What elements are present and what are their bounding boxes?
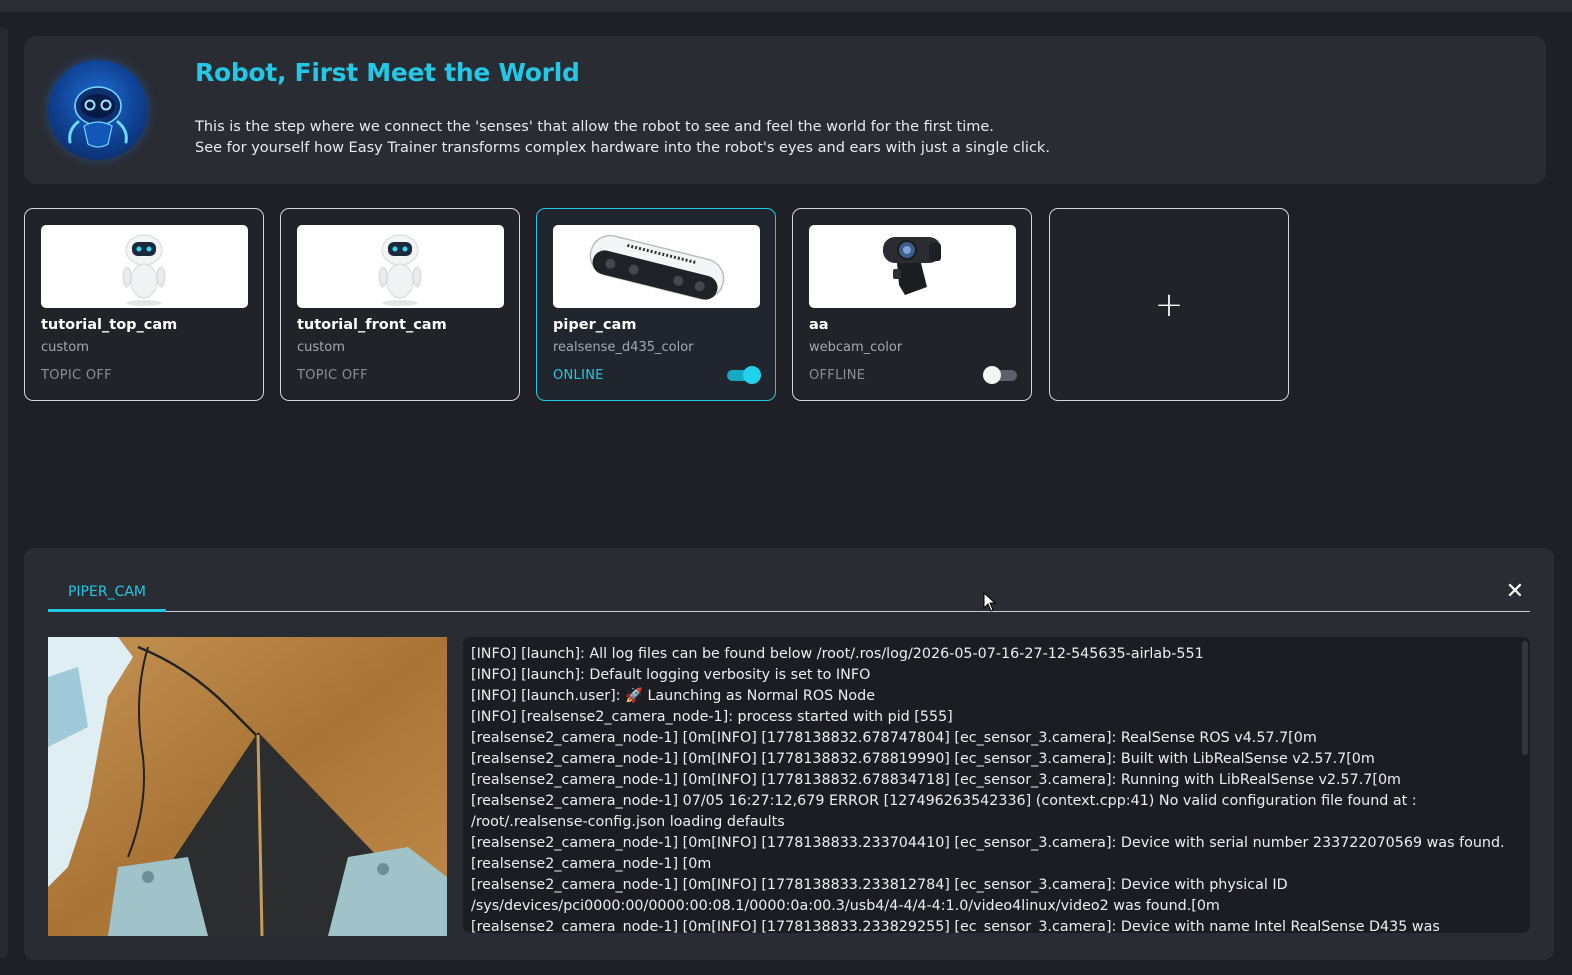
camera-type: realsense_d435_color [553,340,694,355]
camera-card[interactable]: aa webcam_color OFFLINE [792,208,1032,401]
mouse-cursor-icon [983,592,997,612]
camera-toggle[interactable] [727,366,761,384]
camera-name: tutorial_front_cam [297,317,447,333]
camera-thumbnail [297,225,504,308]
camera-status: ONLINE [553,368,604,383]
log-line: [realsense2_camera_node-1] [0m[INFO] [1… [471,770,1516,791]
camera-name: aa [809,317,829,333]
camera-card[interactable]: tutorial_front_cam custom TOPIC OFF [280,208,520,401]
camera-detail-panel: PIPER_CAM ✕ [INFO] [launch]: All log fil… [24,548,1554,960]
plus-icon: + [1050,209,1288,400]
log-line: [realsense2_camera_node-1] [0m[INFO] [1… [471,833,1516,854]
close-icon[interactable]: ✕ [1504,581,1526,603]
camera-toggle[interactable] [983,366,1017,384]
log-line: [realsense2_camera_node-1] 07/05 16:27:1… [471,791,1516,833]
top-bar [0,0,1572,12]
camera-name: piper_cam [553,317,636,333]
tab-bar: PIPER_CAM ✕ [48,577,1530,612]
log-lines: [INFO] [launch]: All log files can be fo… [471,644,1516,933]
realsense-camera-icon [553,225,760,308]
log-line: [INFO] [launch]: Default logging verbosi… [471,665,1516,686]
log-line: [realsense2_camera_node-1] [0m[INFO] [1… [471,728,1516,749]
camera-name: tutorial_top_cam [41,317,177,333]
toggle-knob [743,366,761,384]
tab-piper-cam[interactable]: PIPER_CAM [48,577,166,612]
log-line: [realsense2_camera_node-1] [0m[INFO] [1… [471,875,1516,917]
camera-type: webcam_color [809,340,902,355]
camera-thumbnail [809,225,1016,308]
log-line: [INFO] [launch]: All log files can be fo… [471,644,1516,665]
sidebar-edge [0,28,8,958]
intro-banner: Robot, First Meet the World This is the … [24,36,1546,184]
camera-status: OFFLINE [809,368,865,383]
log-line: [realsense2_camera_node-1] [0m [471,854,1516,875]
camera-status: TOPIC OFF [41,368,112,383]
toggle-knob [983,366,1001,384]
camera-preview-image [48,637,447,936]
camera-thumbnail [41,225,248,308]
page-description: This is the step where we connect the 's… [195,117,1195,159]
camera-type: custom [41,340,89,355]
camera-card[interactable]: piper_cam realsense_d435_color ONLINE [536,208,776,401]
camera-type: custom [297,340,345,355]
camera-thumbnail [553,225,760,308]
log-line: [INFO] [launch.user]: 🚀 Launching as Nor… [471,686,1516,707]
webcam-icon [809,225,1016,308]
log-scrollbar[interactable] [1522,641,1528,755]
camera-card[interactable]: tutorial_top_cam custom TOPIC OFF [24,208,264,401]
description-line: This is the step where we connect the 's… [195,117,1195,138]
add-camera-button[interactable]: + [1049,208,1289,401]
robot-avatar-icon [48,60,148,160]
robot-mascot-icon [41,225,248,308]
log-line: [realsense2_camera_node-1] [0m[INFO] [1… [471,917,1516,933]
log-output[interactable]: [INFO] [launch]: All log files can be fo… [463,637,1530,933]
log-line: [INFO] [realsense2_camera_node-1]: proce… [471,707,1516,728]
page-title: Robot, First Meet the World [195,58,580,87]
robot-mascot-icon [297,225,504,308]
log-line: [realsense2_camera_node-1] [0m[INFO] [1… [471,749,1516,770]
description-line: See for yourself how Easy Trainer transf… [195,138,1195,159]
camera-status: TOPIC OFF [297,368,368,383]
